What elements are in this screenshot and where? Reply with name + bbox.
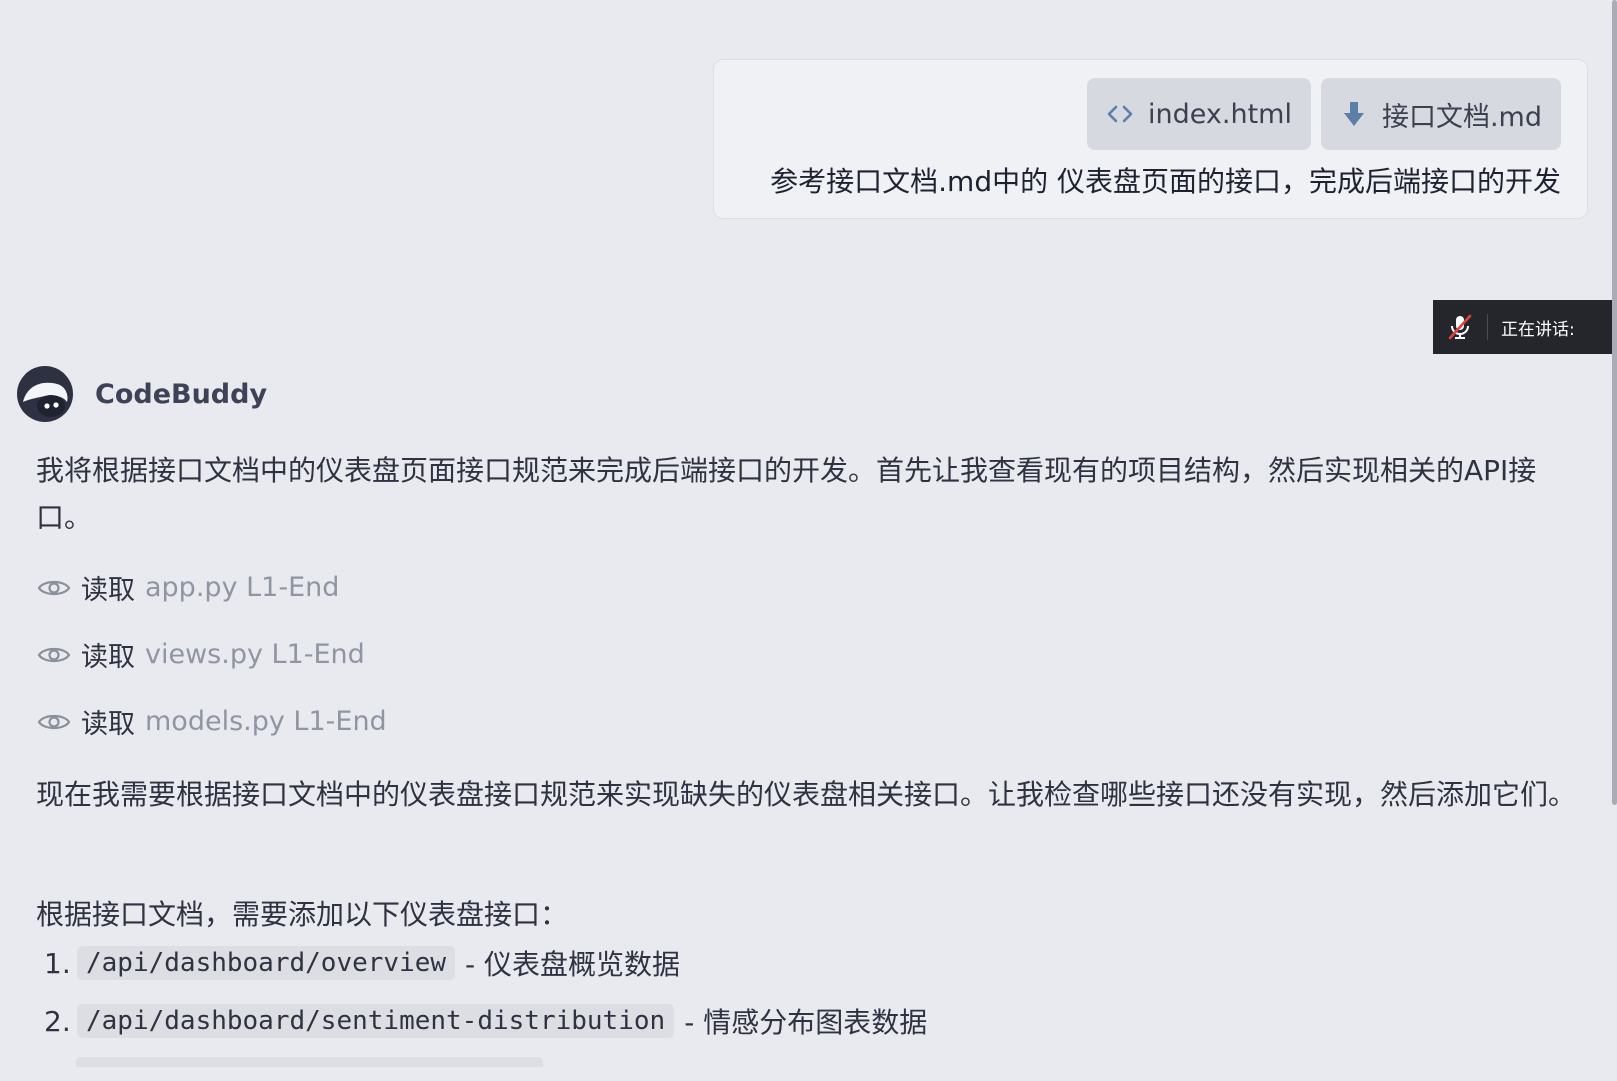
attachment-label: 接口文档.md: [1381, 101, 1542, 133]
read-verb: 读取: [81, 575, 135, 606]
scrollbar-thumb[interactable]: [1612, 0, 1617, 805]
read-file-row[interactable]: 读取 models.py L1-End: [37, 702, 387, 741]
read-verb: 读取: [81, 709, 135, 740]
avatar: [17, 366, 73, 422]
mic-muted-icon[interactable]: [1433, 300, 1487, 354]
user-message-bubble: index.html 接口文档.md 参考接口文档.md中的 仪表盘页面的接口，…: [713, 59, 1588, 219]
assistant-name: CodeBuddy: [95, 378, 268, 410]
list-item: 1. /api/dashboard/overview - 仪表盘概览数据: [44, 943, 680, 983]
eye-icon: [37, 580, 71, 595]
list-number: 1.: [44, 946, 71, 980]
endpoint-path-code: /api/dashboard/sentiment-distribution: [77, 1004, 675, 1038]
eye-icon: [37, 714, 71, 729]
read-file-name[interactable]: views.py L1-End: [145, 639, 365, 670]
read-verb: 读取: [81, 642, 135, 673]
eye-icon: [37, 647, 71, 662]
read-file-row[interactable]: 读取 app.py L1-End: [37, 568, 339, 607]
attachment-label: index.html: [1148, 98, 1292, 130]
list-item: 2. /api/dashboard/sentiment-distribution…: [44, 1001, 927, 1041]
assistant-intro-text: 我将根据接口文档中的仪表盘页面接口规范来完成后端接口的开发。首先让我查看现有的项…: [36, 454, 1537, 534]
code-icon: [1106, 100, 1134, 128]
read-file-name[interactable]: models.py L1-End: [145, 706, 387, 737]
attachment-index-html[interactable]: index.html: [1087, 78, 1311, 150]
endpoint-description: - 仪表盘概览数据: [465, 948, 681, 981]
assistant-header: CodeBuddy: [17, 366, 267, 422]
speaking-indicator: 正在讲话:: [1433, 300, 1617, 354]
endpoint-path-code: /api/dashboard/overview: [77, 946, 456, 980]
assistant-followup-text: 现在我需要根据接口文档中的仪表盘接口规范来实现缺失的仪表盘相关接口。让我检查哪些…: [36, 778, 1577, 811]
read-file-row[interactable]: 读取 views.py L1-End: [37, 635, 365, 674]
divider: [1487, 314, 1488, 340]
endpoint-description: - 情感分布图表数据: [684, 1006, 928, 1039]
list-number: 2.: [44, 1004, 71, 1038]
speaking-label: 正在讲话:: [1501, 319, 1575, 340]
attachment-list: index.html 接口文档.md: [1087, 78, 1561, 150]
read-file-name[interactable]: app.py L1-End: [145, 572, 339, 603]
list-item-partial: [76, 1057, 543, 1067]
user-message-text: 参考接口文档.md中的 仪表盘页面的接口，完成后端接口的开发: [770, 165, 1561, 198]
attachment-api-doc-md[interactable]: 接口文档.md: [1320, 78, 1561, 150]
download-arrow-icon: [1340, 100, 1368, 128]
endpoint-list-heading: 根据接口文档，需要添加以下仪表盘接口：: [36, 898, 569, 931]
